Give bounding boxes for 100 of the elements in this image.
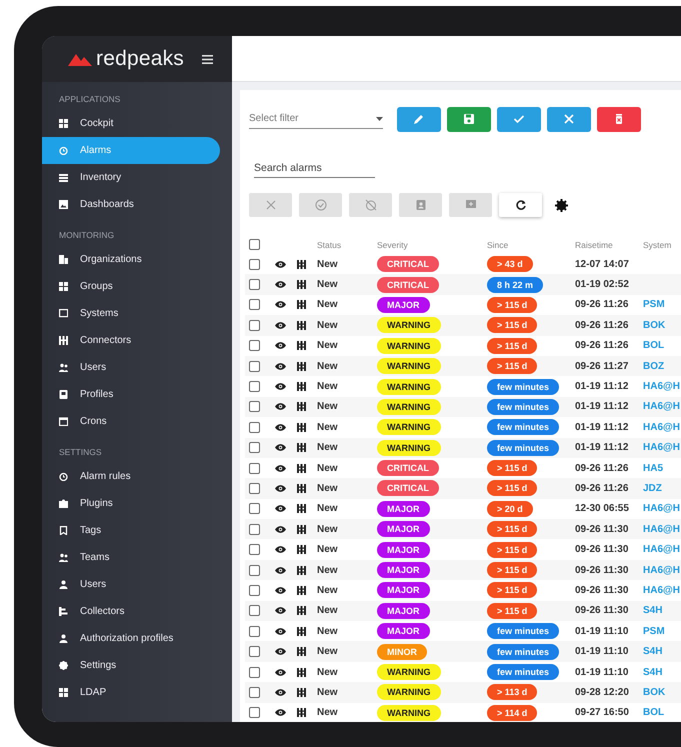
row-checkbox[interactable] xyxy=(249,584,260,596)
row-checkbox[interactable] xyxy=(249,646,260,658)
eye-icon[interactable] xyxy=(275,281,286,288)
row-checkbox[interactable] xyxy=(249,524,260,535)
dots-icon[interactable] xyxy=(297,402,306,412)
sidebar-item[interactable]: Groups xyxy=(42,273,220,300)
system-link[interactable]: PSM xyxy=(643,299,681,310)
row-checkbox[interactable] xyxy=(249,564,260,576)
eye-icon[interactable] xyxy=(275,546,286,554)
eye-icon[interactable] xyxy=(275,648,286,656)
sidebar-item[interactable]: Crons xyxy=(42,408,220,435)
dots-icon[interactable] xyxy=(297,443,306,452)
sidebar-item[interactable]: Systems xyxy=(42,300,220,327)
dots-icon[interactable] xyxy=(297,688,306,697)
sidebar-item[interactable]: Users xyxy=(42,354,220,381)
dots-icon[interactable] xyxy=(297,484,306,493)
eye-icon[interactable] xyxy=(275,383,286,390)
eye-icon[interactable] xyxy=(275,444,286,452)
system-link[interactable]: PSM xyxy=(643,626,681,637)
dots-icon[interactable] xyxy=(297,626,306,636)
eye-icon[interactable] xyxy=(275,688,286,696)
filter-action-button[interactable] xyxy=(447,106,491,132)
dots-icon[interactable] xyxy=(297,566,306,575)
filter-action-button[interactable] xyxy=(397,106,441,132)
eye-icon[interactable] xyxy=(275,607,286,614)
dots-icon[interactable] xyxy=(297,300,306,310)
eye-icon[interactable] xyxy=(275,566,286,574)
dots-icon[interactable] xyxy=(297,606,306,616)
system-link[interactable]: S4H xyxy=(643,666,681,678)
dots-icon[interactable] xyxy=(297,362,306,371)
eye-icon[interactable] xyxy=(275,628,286,635)
dots-icon[interactable] xyxy=(297,320,306,330)
eye-icon[interactable] xyxy=(275,301,286,308)
dots-icon[interactable] xyxy=(297,524,306,534)
system-link[interactable]: HA6@H xyxy=(643,422,681,433)
system-link[interactable]: HA6@H xyxy=(643,401,681,412)
row-checkbox[interactable] xyxy=(249,686,260,698)
eye-icon[interactable] xyxy=(275,484,286,492)
row-checkbox[interactable] xyxy=(249,422,260,433)
filter-dropdown[interactable]: Select filter xyxy=(249,109,383,129)
eye-icon[interactable] xyxy=(275,505,286,512)
sidebar-item[interactable]: Authorization profiles xyxy=(42,625,220,652)
settings-icon[interactable] xyxy=(555,198,568,212)
row-checkbox[interactable] xyxy=(249,258,260,270)
dots-icon[interactable] xyxy=(297,341,306,350)
row-checkbox[interactable] xyxy=(249,544,260,556)
eye-icon[interactable] xyxy=(275,362,286,370)
row-checkbox[interactable] xyxy=(249,503,260,514)
eye-icon[interactable] xyxy=(275,586,286,594)
sidebar-item[interactable]: Connectors xyxy=(42,327,220,354)
dots-icon[interactable] xyxy=(297,504,306,514)
sidebar-item[interactable]: Users xyxy=(42,571,220,598)
system-link[interactable]: BOL xyxy=(643,707,681,718)
sidebar-item[interactable]: Alarm rules xyxy=(42,463,220,490)
row-checkbox[interactable] xyxy=(249,279,260,290)
toolbar-button[interactable] xyxy=(499,193,542,217)
menu-icon[interactable] xyxy=(202,54,213,64)
filter-action-button[interactable] xyxy=(547,106,591,132)
row-checkbox[interactable] xyxy=(249,462,260,474)
row-checkbox[interactable] xyxy=(249,299,260,310)
sidebar-item[interactable]: LDAP xyxy=(42,679,220,706)
system-link[interactable]: JDZ xyxy=(643,482,681,494)
row-checkbox[interactable] xyxy=(249,626,260,637)
eye-icon[interactable] xyxy=(275,424,286,431)
system-link[interactable]: HA6@H xyxy=(643,381,681,392)
system-link[interactable]: BOK xyxy=(643,320,681,331)
sidebar-item[interactable]: Tags xyxy=(42,517,220,544)
eye-icon[interactable] xyxy=(275,668,286,676)
select-all-checkbox[interactable] xyxy=(249,239,260,250)
row-checkbox[interactable] xyxy=(249,442,260,454)
dots-icon[interactable] xyxy=(297,422,306,432)
system-link[interactable]: HA6@H xyxy=(643,544,681,556)
dots-icon[interactable] xyxy=(297,382,306,392)
row-checkbox[interactable] xyxy=(249,707,260,718)
filter-action-button[interactable] xyxy=(497,106,541,132)
dots-icon[interactable] xyxy=(297,708,306,718)
dots-icon[interactable] xyxy=(297,586,306,595)
sidebar-item[interactable]: Cockpit xyxy=(42,110,220,137)
dots-icon[interactable] xyxy=(297,647,306,656)
eye-icon[interactable] xyxy=(275,260,286,268)
system-link[interactable]: HA6@H xyxy=(643,524,681,535)
dots-icon[interactable] xyxy=(297,668,306,676)
eye-icon[interactable] xyxy=(275,322,286,329)
sidebar-item[interactable]: Plugins xyxy=(42,490,220,517)
sidebar-item[interactable]: Profiles xyxy=(42,381,220,408)
sidebar-item[interactable]: Dashboards xyxy=(42,191,220,218)
system-link[interactable]: HA6@H xyxy=(643,503,681,514)
system-link[interactable]: S4H xyxy=(643,646,681,658)
system-link[interactable]: BOL xyxy=(643,340,681,352)
system-link[interactable]: HA5 xyxy=(643,462,681,474)
sidebar-item[interactable]: Organizations xyxy=(42,246,220,273)
dots-icon[interactable] xyxy=(297,280,306,290)
dots-icon[interactable] xyxy=(297,260,306,269)
sidebar-item[interactable]: Collectors xyxy=(42,598,220,625)
sidebar-item[interactable]: Alarms xyxy=(42,137,220,164)
eye-icon[interactable] xyxy=(275,709,286,716)
sidebar-item[interactable]: Teams xyxy=(42,544,220,571)
row-checkbox[interactable] xyxy=(249,605,260,616)
eye-icon[interactable] xyxy=(275,342,286,350)
system-link[interactable]: S4H xyxy=(643,605,681,616)
